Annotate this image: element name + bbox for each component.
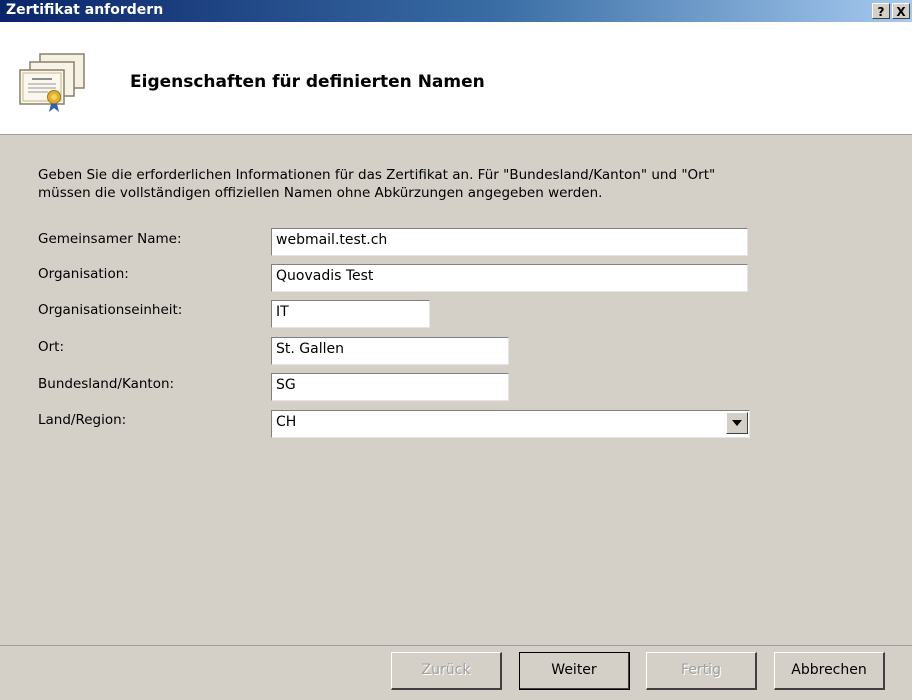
window-title: Zertifikat anfordern: [6, 2, 164, 18]
organization-input[interactable]: Quovadis Test: [271, 264, 748, 292]
state-input[interactable]: SG: [271, 373, 509, 401]
country-label: Land/Region:: [38, 412, 127, 428]
country-select-value: CH: [276, 414, 297, 430]
chevron-down-icon[interactable]: [726, 412, 748, 434]
title-bar: Zertifikat anfordern ? X: [0, 0, 912, 22]
help-button[interactable]: ?: [872, 3, 890, 19]
instructions-text: Geben Sie die erforderlichen Information…: [38, 166, 858, 202]
org-unit-input[interactable]: IT: [271, 300, 430, 328]
button-bar: Zurück Weiter Fertig Abbrechen: [0, 645, 912, 700]
city-label: Ort:: [38, 339, 65, 355]
city-input[interactable]: St. Gallen: [271, 337, 509, 365]
organization-label: Organisation:: [38, 266, 129, 282]
common-name-input[interactable]: webmail.test.ch: [271, 228, 748, 256]
back-button[interactable]: Zurück: [391, 652, 502, 690]
instructions-line-2: müssen die vollständigen offiziellen Nam…: [38, 185, 603, 201]
page-title: Eigenschaften für definierten Namen: [130, 72, 485, 92]
cancel-button[interactable]: Abbrechen: [774, 652, 885, 690]
country-select[interactable]: CH: [271, 410, 750, 438]
close-button[interactable]: X: [892, 3, 910, 19]
org-unit-label: Organisationseinheit:: [38, 302, 183, 318]
certificate-icon: [19, 53, 85, 112]
next-button[interactable]: Weiter: [519, 652, 630, 690]
instructions-line-1: Geben Sie die erforderlichen Information…: [38, 167, 716, 183]
finish-button[interactable]: Fertig: [646, 652, 757, 690]
common-name-label: Gemeinsamer Name:: [38, 231, 182, 247]
wizard-header: Eigenschaften für definierten Namen: [0, 22, 912, 135]
state-label: Bundesland/Kanton:: [38, 376, 175, 392]
